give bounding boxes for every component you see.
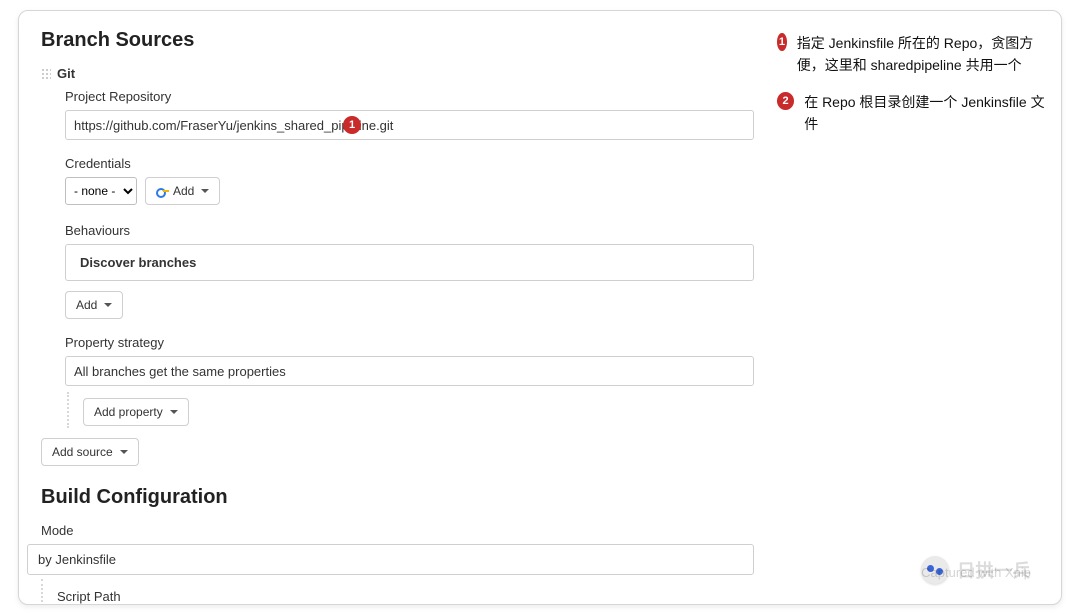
annotation-pane: 1 指定 Jenkinsfile 所在的 Repo，贪图方便，这里和 share… — [771, 11, 1061, 604]
credentials-label: Credentials — [65, 156, 754, 171]
annotation-badge-2: 2 — [777, 92, 794, 110]
mode-label: Mode — [41, 523, 754, 538]
add-behaviour-label: Add — [76, 298, 97, 312]
drag-handle-icon[interactable] — [41, 68, 51, 80]
project-repository-label: Project Repository — [65, 89, 754, 104]
annotation-text-1: 指定 Jenkinsfile 所在的 Repo，贪图方便，这里和 sharedp… — [797, 33, 1047, 76]
git-source-header: Git — [41, 66, 754, 81]
add-source-button[interactable]: Add source — [41, 438, 139, 466]
git-source-body: Project Repository 1 Credentials - none … — [41, 89, 754, 428]
mode-children: Script Path 2 — [41, 579, 754, 604]
annotation-item: 1 指定 Jenkinsfile 所在的 Repo，贪图方便，这里和 share… — [777, 33, 1047, 76]
project-repository-input[interactable] — [65, 110, 754, 140]
git-label: Git — [57, 66, 75, 81]
branch-sources-heading: Branch Sources — [41, 29, 754, 52]
property-strategy-children: Add property — [67, 392, 754, 428]
script-path-label: Script Path — [57, 589, 754, 604]
add-property-button[interactable]: Add property — [83, 398, 189, 426]
add-behaviour-button[interactable]: Add — [65, 291, 123, 319]
caret-down-icon — [104, 303, 112, 307]
mode-value-box[interactable]: by Jenkinsfile — [27, 544, 754, 575]
caret-down-icon — [201, 189, 209, 193]
annotation-item: 2 在 Repo 根目录创建一个 Jenkinsfile 文件 — [777, 92, 1047, 135]
discover-branches-label: Discover branches — [80, 255, 196, 270]
app-frame: Branch Sources Git Project Repository 1 … — [18, 10, 1062, 605]
behaviours-label: Behaviours — [65, 223, 754, 238]
add-credentials-button[interactable]: Add — [145, 177, 220, 205]
add-property-label: Add property — [94, 405, 163, 419]
build-configuration-heading: Build Configuration — [41, 486, 754, 509]
annotation-text-2: 在 Repo 根目录创建一个 Jenkinsfile 文件 — [804, 92, 1047, 135]
key-icon — [156, 187, 168, 195]
property-strategy-label: Property strategy — [65, 335, 754, 350]
add-source-label: Add source — [52, 445, 113, 459]
add-credentials-label: Add — [173, 184, 194, 198]
credentials-row: - none - Add — [65, 177, 754, 205]
credentials-select[interactable]: - none - — [65, 177, 137, 205]
callout-badge-1: 1 — [343, 116, 361, 134]
property-strategy-value[interactable]: All branches get the same properties — [65, 356, 754, 386]
caret-down-icon — [120, 450, 128, 454]
capture-tool-text: Captured with Xnip — [921, 565, 1031, 580]
caret-down-icon — [170, 410, 178, 414]
annotation-badge-1: 1 — [777, 33, 787, 51]
project-repository-wrap: 1 — [65, 110, 754, 140]
config-pane: Branch Sources Git Project Repository 1 … — [19, 11, 754, 604]
discover-branches-box: Discover branches — [65, 244, 754, 281]
